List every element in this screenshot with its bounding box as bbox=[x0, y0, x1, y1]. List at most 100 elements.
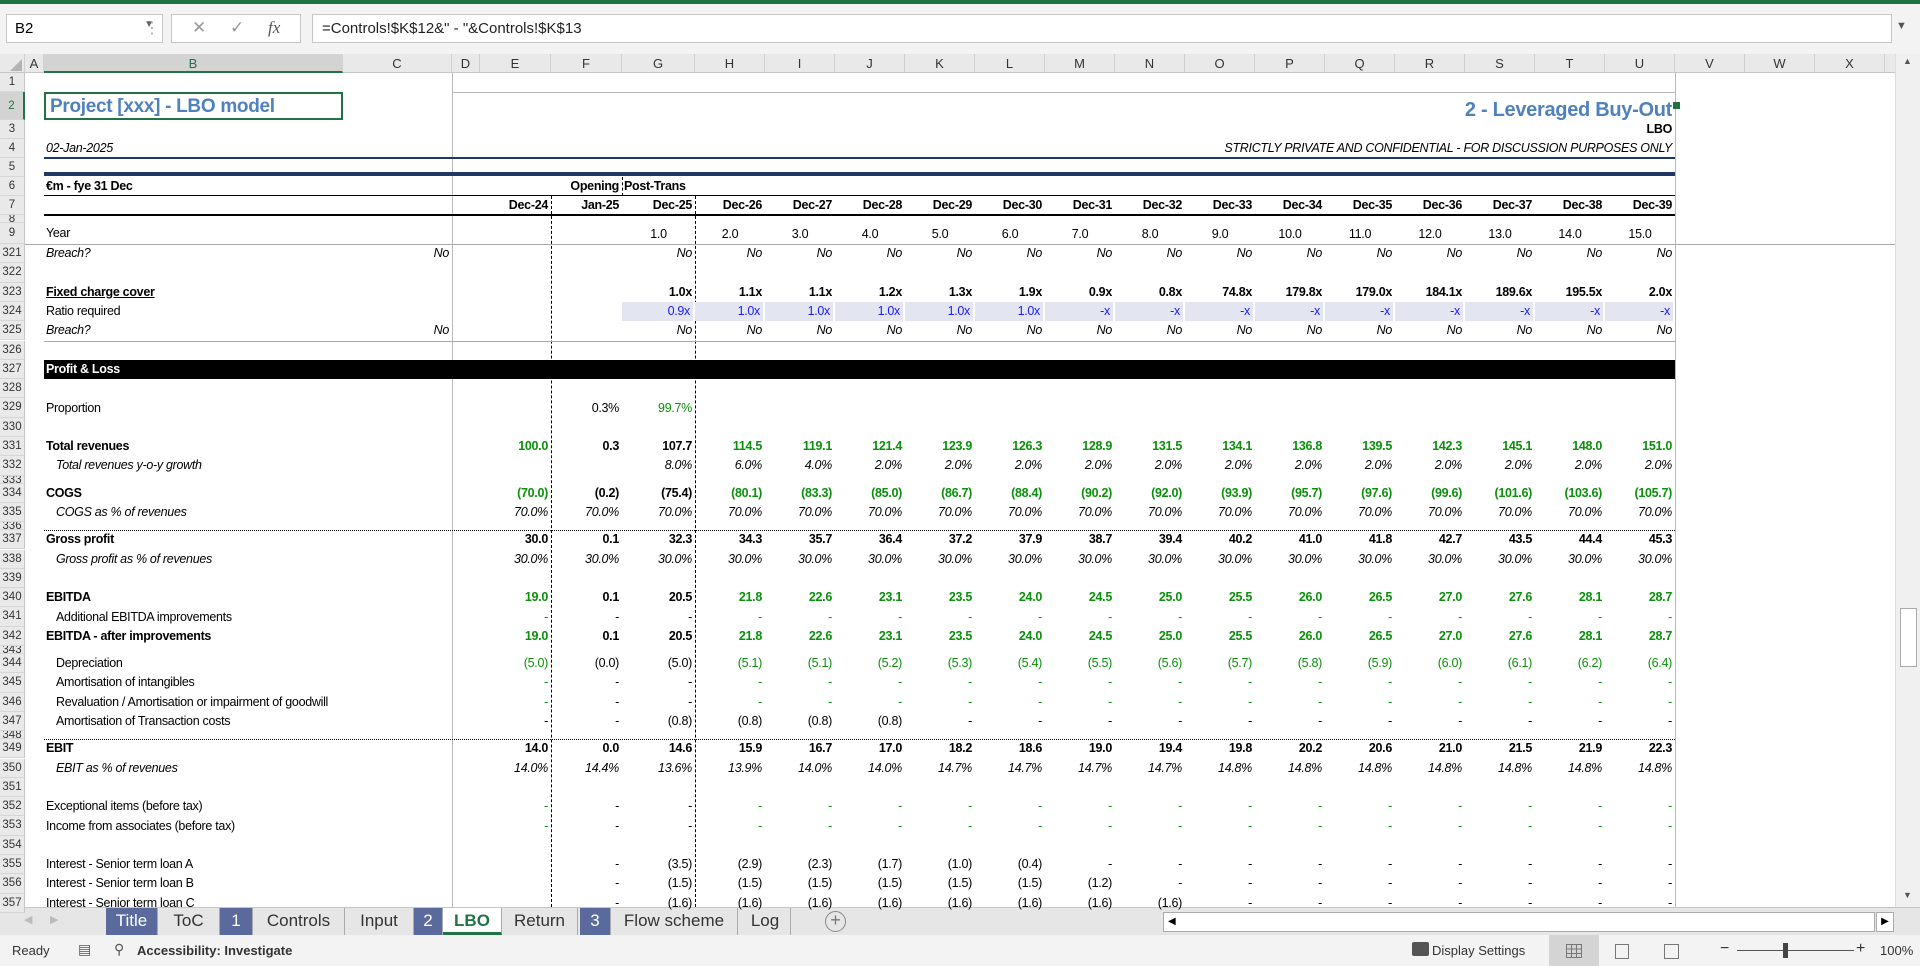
expand-formula-icon[interactable]: ▼ bbox=[1896, 20, 1907, 32]
row-header[interactable]: 354 bbox=[0, 835, 25, 855]
horizontal-scrollbar[interactable]: ◀ bbox=[1163, 912, 1875, 932]
column-header-X[interactable]: X bbox=[1815, 54, 1885, 73]
zoom-slider[interactable] bbox=[1737, 950, 1854, 951]
row-header[interactable]: 322 bbox=[0, 263, 25, 283]
column-header-M[interactable]: M bbox=[1045, 54, 1115, 73]
row-header[interactable]: 1 bbox=[0, 73, 25, 92]
row-header[interactable]: 332 bbox=[0, 456, 25, 476]
column-header-I[interactable]: I bbox=[765, 54, 835, 73]
row-header[interactable]: 324 bbox=[0, 301, 25, 322]
row-header[interactable]: 326 bbox=[0, 340, 25, 360]
scrollbar-thumb[interactable] bbox=[1900, 608, 1917, 667]
row-header[interactable]: 325 bbox=[0, 321, 25, 341]
column-header-N[interactable]: N bbox=[1115, 54, 1185, 73]
prev-sheet-icon[interactable]: ◀ bbox=[24, 913, 32, 926]
column-header-C[interactable]: C bbox=[343, 54, 452, 73]
column-header-G[interactable]: G bbox=[622, 54, 695, 73]
row-header[interactable]: 330 bbox=[0, 417, 25, 437]
column-header-Q[interactable]: Q bbox=[1325, 54, 1395, 73]
next-sheet-icon[interactable]: ▶ bbox=[50, 913, 58, 926]
column-header-L[interactable]: L bbox=[975, 54, 1045, 73]
scroll-up-icon[interactable]: ▲ bbox=[1903, 56, 1912, 66]
row-header[interactable]: 321 bbox=[0, 244, 25, 264]
row-header[interactable]: 337 bbox=[0, 530, 25, 550]
zoom-out-button[interactable]: − bbox=[1720, 940, 1729, 958]
row-header[interactable]: 3 bbox=[0, 120, 25, 139]
row-header[interactable]: 338 bbox=[0, 549, 25, 569]
row-header[interactable]: 336 bbox=[0, 522, 25, 531]
scroll-down-icon[interactable]: ▼ bbox=[1903, 890, 1912, 900]
column-header-D[interactable]: D bbox=[452, 54, 480, 73]
column-header-W[interactable]: W bbox=[1745, 54, 1815, 73]
accessibility-status[interactable]: Accessibility: Investigate bbox=[137, 943, 292, 958]
row-header[interactable]: 339 bbox=[0, 568, 25, 589]
enter-icon[interactable]: ✓ bbox=[230, 18, 244, 38]
row-header[interactable]: 345 bbox=[0, 673, 25, 693]
row-header[interactable]: 344 bbox=[0, 654, 25, 674]
row-header[interactable]: 351 bbox=[0, 777, 25, 798]
column-header-O[interactable]: O bbox=[1185, 54, 1255, 73]
row-header[interactable]: 7 bbox=[0, 196, 25, 215]
insert-function-icon[interactable]: fx bbox=[268, 18, 280, 38]
row-header[interactable]: 356 bbox=[0, 874, 25, 894]
vertical-scrollbar[interactable]: ▲ ▼ bbox=[1895, 54, 1920, 907]
model-title[interactable]: Project [xxx] - LBO model bbox=[44, 92, 343, 120]
row-header[interactable]: 340 bbox=[0, 588, 25, 608]
page-layout-view-button[interactable] bbox=[1615, 944, 1629, 959]
column-header-A[interactable]: A bbox=[25, 54, 44, 73]
row-header[interactable]: 327 bbox=[0, 359, 25, 380]
column-header-U[interactable]: U bbox=[1605, 54, 1675, 73]
select-all-corner[interactable] bbox=[0, 54, 25, 73]
column-header-V[interactable]: V bbox=[1675, 54, 1745, 73]
row-header[interactable]: 341 bbox=[0, 607, 25, 627]
name-box[interactable]: B2 ▼ bbox=[6, 14, 163, 43]
row-header[interactable]: 347 bbox=[0, 711, 25, 732]
column-header-F[interactable]: F bbox=[551, 54, 622, 73]
column-header-S[interactable]: S bbox=[1465, 54, 1535, 73]
display-settings-button[interactable]: Display Settings bbox=[1432, 943, 1525, 958]
row-header[interactable]: 2 bbox=[0, 92, 25, 120]
row-header[interactable]: 6 bbox=[0, 177, 25, 196]
normal-view-button[interactable] bbox=[1549, 935, 1599, 966]
row-header[interactable]: 331 bbox=[0, 437, 25, 457]
scroll-left-icon[interactable]: ◀ bbox=[1168, 916, 1176, 927]
formula-input[interactable]: =Controls!$K$12&" - "&Controls!$K$13 bbox=[312, 14, 1892, 43]
scroll-right-icon[interactable]: ▶ bbox=[1876, 912, 1894, 932]
row-header[interactable]: 335 bbox=[0, 502, 25, 523]
page-break-view-button[interactable] bbox=[1664, 944, 1679, 959]
row-header[interactable]: 350 bbox=[0, 758, 25, 778]
sheet-tab[interactable]: LBO bbox=[443, 908, 502, 935]
macro-recording-icon[interactable]: ▤ bbox=[78, 941, 91, 958]
column-header-P[interactable]: P bbox=[1255, 54, 1325, 73]
cancel-icon[interactable]: ✕ bbox=[192, 18, 206, 38]
column-header-H[interactable]: H bbox=[695, 54, 765, 73]
zoom-level[interactable]: 100% bbox=[1880, 943, 1913, 958]
row-header[interactable]: 323 bbox=[0, 282, 25, 302]
row-header[interactable]: 342 bbox=[0, 626, 25, 646]
row-header[interactable]: 329 bbox=[0, 398, 25, 418]
row-header[interactable]: 4 bbox=[0, 139, 25, 158]
column-header-T[interactable]: T bbox=[1535, 54, 1605, 73]
column-header-K[interactable]: K bbox=[905, 54, 975, 73]
row-header[interactable]: 8 bbox=[0, 215, 25, 223]
row-header[interactable]: 349 bbox=[0, 739, 25, 759]
row-header[interactable]: 343 bbox=[0, 646, 25, 654]
add-sheet-icon[interactable]: + bbox=[825, 911, 846, 932]
row-header[interactable]: 333 bbox=[0, 475, 25, 484]
zoom-in-button[interactable]: + bbox=[1856, 940, 1865, 958]
row-header[interactable]: 348 bbox=[0, 731, 25, 740]
column-header-R[interactable]: R bbox=[1395, 54, 1465, 73]
zoom-slider-thumb[interactable] bbox=[1783, 943, 1788, 958]
row-header[interactable]: 328 bbox=[0, 379, 25, 399]
row-header[interactable]: 5 bbox=[0, 158, 25, 177]
row-header[interactable]: 355 bbox=[0, 855, 25, 875]
row-header[interactable]: 357 bbox=[0, 893, 25, 913]
row-header[interactable]: 352 bbox=[0, 797, 25, 817]
column-header-B[interactable]: B bbox=[44, 54, 343, 73]
column-header-E[interactable]: E bbox=[480, 54, 551, 73]
column-header-J[interactable]: J bbox=[835, 54, 905, 73]
row-header[interactable]: 353 bbox=[0, 816, 25, 836]
row-header[interactable]: 334 bbox=[0, 483, 25, 503]
row-header[interactable]: 9 bbox=[0, 223, 25, 244]
row-header[interactable]: 346 bbox=[0, 692, 25, 712]
